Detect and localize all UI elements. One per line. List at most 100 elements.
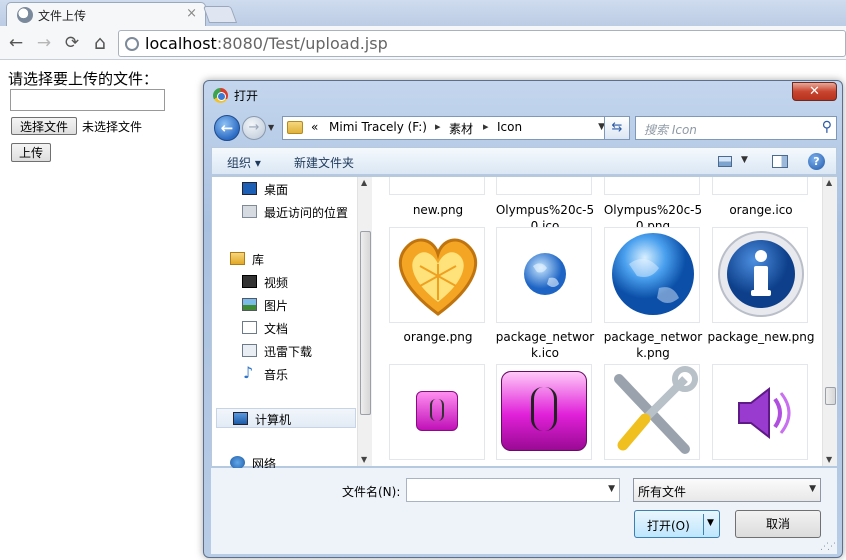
- filetype-select[interactable]: 所有文件 ▼: [633, 478, 821, 502]
- scrollbar-thumb[interactable]: [360, 231, 371, 415]
- file-thumbnail: [604, 364, 700, 460]
- dialog-footer: 文件名(N): ▼ 所有文件 ▼ 打开(O) ▼ 取消 ⋰⋰: [211, 468, 837, 554]
- scroll-up-icon[interactable]: ▲: [826, 178, 832, 187]
- scrollbar-thumb[interactable]: [825, 387, 836, 405]
- nav-item-documents[interactable]: 文档: [212, 318, 357, 338]
- organize-menu[interactable]: 组织 ▾: [227, 154, 261, 171]
- browser-toolbar: ← → ⟳ ⌂ localhost:8080/Test/upload.jsp: [0, 26, 846, 60]
- scroll-up-icon[interactable]: ▲: [361, 178, 367, 187]
- page-info-icon[interactable]: [125, 37, 139, 51]
- help-icon[interactable]: ?: [808, 153, 825, 170]
- file-thumbnail: [712, 364, 808, 460]
- file-thumbnail: [389, 177, 485, 195]
- command-bar: 组织 ▾ 新建文件夹 ▼ ?: [211, 147, 837, 175]
- nav-item-computer[interactable]: 计算机: [216, 408, 356, 428]
- nav-item-label: 迅雷下载: [264, 345, 313, 359]
- orange-heart-icon: [398, 238, 478, 316]
- nav-item-desktop[interactable]: 桌面: [212, 179, 357, 199]
- filetype-dropdown-icon: ▼: [809, 484, 816, 494]
- nav-item-label: 计算机: [255, 413, 292, 427]
- file-name: new.png: [412, 203, 464, 217]
- file-grid: new.png Olympus%20c-50.ico Olympus%20c-5…: [374, 177, 820, 466]
- upload-prompt: 请选择要上传的文件：: [8, 70, 159, 88]
- desktop-icon: [242, 182, 257, 195]
- file-list-scrollbar[interactable]: ▲ ▼: [822, 177, 837, 466]
- tab-title: 文件上传: [38, 9, 87, 23]
- reload-icon[interactable]: ⟳: [61, 32, 83, 54]
- file-status-text: 未选择文件: [82, 120, 143, 134]
- tab-close-icon[interactable]: ×: [186, 6, 197, 21]
- view-dropdown-icon[interactable]: ▼: [741, 155, 748, 165]
- file-name: package_network.ico: [495, 330, 595, 360]
- navigation-pane: 桌面 最近访问的位置 库 视频 图片 文档 迅雷下载 ♪ 音乐 计算机 网络 ▲…: [212, 177, 372, 471]
- nav-item-recent-places[interactable]: 最近访问的位置: [212, 202, 357, 222]
- split-divider: [703, 514, 704, 535]
- navigation-scrollbar[interactable]: ▲ ▼: [357, 177, 372, 466]
- dialog-navigation-bar: ← → ▼ « Mimi Tracely (F:) ▸ 素材 ▸ Icon ▼ …: [212, 113, 837, 143]
- browser-tab[interactable]: 文件上传 ×: [6, 2, 206, 26]
- breadcrumb-overflow[interactable]: «: [311, 120, 318, 134]
- change-view-icon[interactable]: [718, 156, 732, 167]
- scroll-down-icon[interactable]: ▼: [361, 455, 367, 464]
- breadcrumb-sucai[interactable]: 素材: [449, 120, 473, 137]
- music-icon: [242, 363, 257, 382]
- nav-item-library[interactable]: 库: [200, 249, 345, 269]
- open-button[interactable]: 打开(O) ▼: [634, 510, 720, 538]
- home-icon[interactable]: ⌂: [89, 32, 111, 54]
- new-tab-button[interactable]: [202, 6, 238, 23]
- large-globe-icon: [612, 233, 694, 315]
- nav-item-label: 图片: [264, 299, 289, 313]
- file-thumbnail: [496, 177, 592, 195]
- dialog-content: 桌面 最近访问的位置 库 视频 图片 文档 迅雷下载 ♪ 音乐 计算机 网络 ▲…: [211, 176, 837, 471]
- page-favicon-icon: [17, 7, 33, 23]
- thunder-download-icon: [242, 344, 257, 357]
- upload-button[interactable]: 上传: [11, 143, 51, 162]
- breadcrumb-separator-icon[interactable]: ▸: [435, 120, 441, 133]
- new-folder-button[interactable]: 新建文件夹: [294, 154, 354, 171]
- filename-input[interactable]: ▼: [406, 478, 620, 502]
- folder-path-bar[interactable]: « Mimi Tracely (F:) ▸ 素材 ▸ Icon ▼: [282, 116, 610, 140]
- cancel-button[interactable]: 取消: [735, 510, 821, 538]
- choose-file-button[interactable]: 选择文件: [11, 117, 77, 135]
- nav-item-music[interactable]: 音乐: [212, 363, 357, 384]
- speaker-icon: [738, 386, 791, 440]
- nav-item-thunder-download[interactable]: 迅雷下载: [212, 341, 357, 361]
- refresh-icon[interactable]: ⇆: [604, 116, 630, 140]
- breadcrumb-separator-icon[interactable]: ▸: [483, 120, 489, 133]
- nav-item-label: 桌面: [264, 183, 289, 197]
- back-icon[interactable]: ←: [5, 32, 27, 54]
- address-bar[interactable]: localhost:8080/Test/upload.jsp: [118, 30, 846, 57]
- documents-icon: [242, 321, 257, 334]
- tab-strip: 文件上传 ×: [0, 0, 846, 26]
- breadcrumb-drive[interactable]: Mimi Tracely (F:): [329, 120, 427, 134]
- nav-item-label: 库: [252, 253, 265, 267]
- filetype-value: 所有文件: [638, 485, 687, 499]
- history-dropdown-icon[interactable]: ▼: [268, 123, 274, 132]
- nav-item-label: 最近访问的位置: [264, 206, 349, 220]
- forward-icon[interactable]: →: [33, 32, 55, 54]
- recent-places-icon: [242, 205, 257, 218]
- breadcrumb-icon-folder[interactable]: Icon: [497, 120, 522, 134]
- computer-icon: [233, 412, 248, 425]
- preview-pane-icon[interactable]: [772, 155, 788, 168]
- file-thumbnail: [389, 227, 485, 323]
- file-name: orange.ico: [729, 203, 793, 217]
- dialog-close-button[interactable]: ✕: [792, 82, 837, 101]
- scroll-down-icon[interactable]: ▼: [826, 455, 832, 464]
- search-icon[interactable]: ⚲: [822, 119, 832, 135]
- url-text: localhost:8080/Test/upload.jsp: [145, 34, 388, 53]
- back-button[interactable]: ←: [214, 115, 240, 141]
- nav-item-video[interactable]: 视频: [212, 272, 357, 292]
- open-dropdown-icon[interactable]: ▼: [707, 518, 714, 528]
- forward-button[interactable]: →: [242, 116, 266, 140]
- file-thumbnail: [712, 177, 808, 195]
- text-input[interactable]: [10, 89, 165, 111]
- nav-item-pictures[interactable]: 图片: [212, 295, 357, 315]
- nav-item-label: 视频: [264, 276, 289, 290]
- resize-grip-icon[interactable]: ⋰⋰: [820, 542, 836, 552]
- pictures-icon: [242, 298, 257, 311]
- filename-dropdown-icon[interactable]: ▼: [608, 484, 615, 494]
- info-icon: [718, 231, 804, 317]
- search-input[interactable]: 搜索 Icon ⚲: [635, 116, 837, 140]
- search-placeholder: 搜索 Icon: [644, 123, 697, 137]
